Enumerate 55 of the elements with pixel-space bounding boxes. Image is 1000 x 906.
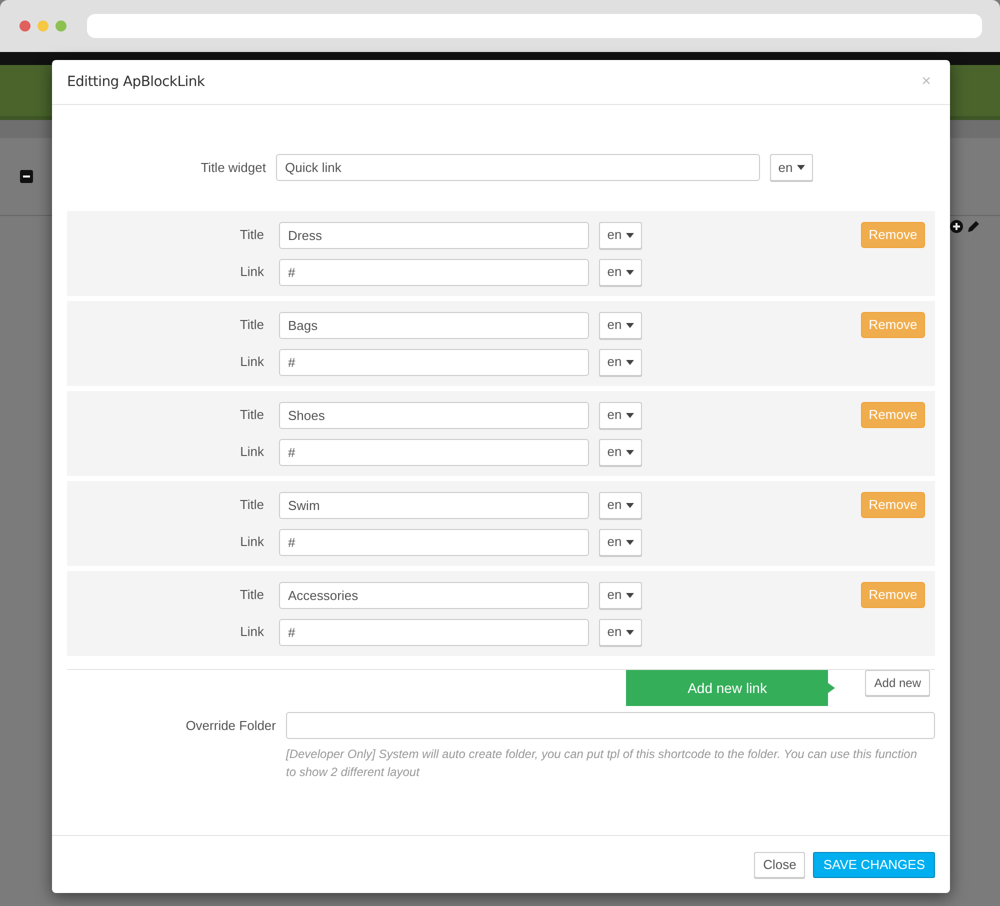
- caret-icon: [626, 630, 634, 634]
- field-label: Override Folder: [184, 716, 277, 735]
- text-field[interactable]: #: [279, 618, 589, 646]
- language-dropdown[interactable]: en: [599, 582, 642, 608]
- pencil-icon[interactable]: [967, 220, 980, 233]
- close-button[interactable]: Close: [754, 852, 806, 878]
- language-dropdown[interactable]: en: [599, 348, 642, 376]
- caret-icon: [626, 450, 634, 454]
- language-dropdown[interactable]: en: [599, 258, 642, 286]
- language-dropdown[interactable]: en: [599, 528, 642, 556]
- text-field[interactable]: #: [279, 438, 589, 466]
- caret-icon: [626, 232, 634, 238]
- field-label: Link: [239, 263, 265, 282]
- text-field[interactable]: Shoes: [279, 402, 589, 428]
- text-field[interactable]: #: [279, 258, 589, 286]
- dialog-title: Editting ApBlockLink: [67, 72, 205, 92]
- field-label: Title: [238, 406, 265, 424]
- caret-icon: [796, 165, 805, 170]
- collapse-icon[interactable]: [20, 170, 33, 183]
- caret-icon: [626, 360, 634, 364]
- text-field[interactable]: Quick link: [276, 154, 760, 181]
- language-dropdown[interactable]: en: [599, 222, 642, 248]
- field-label: Title widget: [200, 158, 267, 177]
- language-dropdown[interactable]: en: [599, 438, 642, 466]
- caret-icon: [626, 322, 634, 328]
- add-new-button[interactable]: Add new: [865, 670, 930, 696]
- field-label: Link: [239, 533, 265, 552]
- caret-icon: [626, 502, 634, 508]
- text-field[interactable]: Swim: [279, 492, 589, 518]
- caret-icon: [626, 540, 634, 544]
- field-label: Title: [238, 496, 265, 514]
- caret-icon: [626, 592, 634, 598]
- help-text: [Developer Only] System will auto create folder, you can put tpl of this shortcode to the folder. You can use this function to show 2 different layout: [286, 746, 918, 781]
- language-dropdown[interactable]: en: [599, 402, 642, 428]
- add-icon[interactable]: [950, 220, 963, 233]
- field-label: Link: [239, 623, 265, 642]
- text-field[interactable]: #: [279, 528, 589, 556]
- text-field[interactable]: #: [279, 348, 589, 376]
- field-label: Link: [239, 353, 265, 372]
- field-label: Title: [238, 586, 265, 604]
- caret-icon: [626, 412, 634, 418]
- tooltip-arrow-icon: [828, 683, 836, 693]
- caret-icon: [626, 270, 634, 274]
- language-dropdown[interactable]: en: [599, 312, 642, 338]
- language-dropdown[interactable]: en: [770, 154, 813, 181]
- text-field[interactable]: Dress: [279, 222, 589, 248]
- language-dropdown[interactable]: en: [599, 618, 642, 646]
- language-dropdown[interactable]: en: [599, 492, 642, 518]
- field-label: Title: [238, 316, 265, 334]
- field-label: Title: [238, 226, 265, 244]
- field-label: Link: [239, 443, 265, 462]
- window-controls-icon: [19, 20, 67, 32]
- text-field[interactable]: Accessories: [279, 582, 589, 608]
- text-field[interactable]: Bags: [279, 312, 589, 338]
- text-field[interactable]: [286, 712, 935, 739]
